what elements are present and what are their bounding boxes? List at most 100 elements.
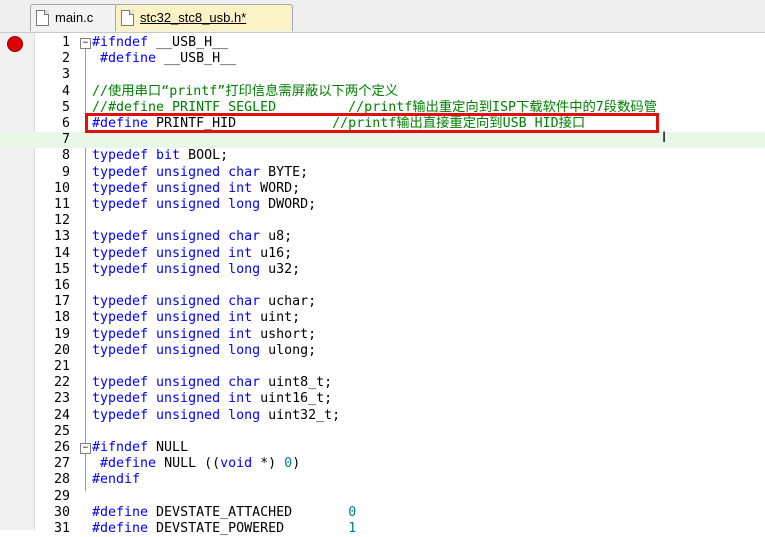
code-line[interactable]: 21: [0, 359, 765, 375]
code-text: #ifndef __USB_H__: [92, 35, 228, 51]
code-text: typedef unsigned char u8;: [92, 229, 292, 245]
code-token: typedef unsigned int: [92, 245, 261, 261]
code-line[interactable]: 7: [0, 132, 765, 149]
code-text: #define __USB_H__: [92, 51, 236, 67]
code-token: typedef unsigned long: [92, 197, 269, 212]
code-line[interactable]: 18 typedef unsigned int uint;: [0, 310, 765, 326]
line-number: 17: [53, 294, 70, 310]
text-cursor-icon: I: [662, 130, 667, 146]
code-token: DWORD;: [268, 197, 317, 212]
code-token: #define: [92, 456, 165, 472]
line-number: 1: [61, 35, 70, 50]
code-text: typedef unsigned int ushort;: [92, 327, 316, 343]
editor-tab-bar: main.c stc32_stc8_usb.h*: [0, 0, 765, 33]
line-number: 26: [53, 440, 70, 455]
code-token: typedef unsigned long: [92, 261, 269, 277]
line-number: 31: [53, 521, 70, 536]
code-token: 0: [348, 504, 357, 520]
code-line[interactable]: 15 typedef unsigned long u32;: [0, 262, 765, 278]
line-number: 12: [53, 213, 70, 229]
code-line[interactable]: 10 typedef unsigned int WORD;: [0, 181, 765, 197]
code-token: void: [220, 456, 253, 472]
code-token: #ifndef: [92, 440, 157, 455]
code-line[interactable]: 27 #define NULL ((void *) 0): [0, 456, 765, 472]
code-line[interactable]: 14 typedef unsigned int u16;: [0, 246, 765, 262]
code-line[interactable]: 9 typedef unsigned char BYTE;: [0, 165, 765, 181]
code-token: #endif: [92, 472, 141, 488]
code-line[interactable]: 23 typedef unsigned int uint16_t;: [0, 391, 765, 407]
line-number: 21: [53, 359, 70, 374]
code-token: typedef unsigned int: [92, 391, 261, 407]
code-line[interactable]: 8 typedef bit BOOL;: [0, 148, 765, 164]
code-text: //使用串口“printf”打印信息需屏蔽以下两个定义: [92, 84, 398, 100]
code-token: 0: [284, 456, 293, 472]
line-number: 9: [61, 164, 70, 180]
code-line[interactable]: 26 #ifndef NULL: [0, 440, 765, 456]
code-token: typedef unsigned long: [92, 407, 269, 423]
code-line[interactable]: 24 typedef unsigned long uint32_t;: [0, 408, 765, 424]
code-line[interactable]: 30 #define DEVSTATE_ATTACHED 0: [0, 505, 765, 521]
code-text: #endif: [92, 472, 140, 488]
line-number: 27: [53, 456, 70, 472]
line-number: 23: [53, 391, 70, 407]
code-token: u8;: [268, 229, 293, 245]
tab-stc32-stc8-usb-h[interactable]: stc32_stc8_usb.h*: [115, 4, 293, 31]
code-token: DEVSTATE_POWERED: [156, 521, 349, 536]
code-line[interactable]: 11 typedef unsigned long DWORD;: [0, 197, 765, 213]
line-number: 24: [53, 407, 70, 423]
line-number: 16: [53, 278, 70, 293]
code-token: uint32_t;: [268, 407, 341, 423]
line-number: 14: [53, 245, 70, 261]
code-token: //使用串口“printf”打印信息需屏蔽以下两个定义: [92, 83, 399, 99]
code-token: typedef unsigned char: [92, 294, 269, 310]
line-number: 4: [61, 83, 70, 99]
code-line[interactable]: 29: [0, 489, 765, 505]
code-text: typedef unsigned int uint16_t;: [92, 391, 332, 407]
code-token: NULL ((: [164, 456, 221, 472]
code-line[interactable]: 19 typedef unsigned int ushort;: [0, 327, 765, 343]
code-token: BYTE;: [268, 164, 309, 180]
file-icon: [121, 10, 134, 26]
code-line[interactable]: 31 #define DEVSTATE_POWERED 1: [0, 521, 765, 537]
code-text: typedef unsigned int uint;: [92, 310, 300, 326]
code-line[interactable]: 16: [0, 278, 765, 294]
code-text: typedef unsigned char uchar;: [92, 294, 316, 310]
code-line[interactable]: 13 typedef unsigned char u8;: [0, 229, 765, 245]
code-line[interactable]: 22 typedef unsigned char uint8_t;: [0, 375, 765, 391]
code-line[interactable]: 20 typedef unsigned long ulong;: [0, 343, 765, 359]
code-token: uchar;: [268, 294, 317, 310]
code-line[interactable]: 4 //使用串口“printf”打印信息需屏蔽以下两个定义: [0, 84, 765, 100]
code-text: #define DEVSTATE_ATTACHED 0: [92, 505, 356, 521]
code-line[interactable]: 25: [0, 424, 765, 440]
code-token: __USB_H__: [164, 51, 237, 67]
code-token: #ifndef: [92, 35, 157, 50]
code-text: #ifndef NULL: [92, 440, 188, 456]
line-number: 30: [53, 504, 70, 520]
code-text: typedef bit BOOL;: [92, 148, 228, 164]
code-token: uint8_t;: [268, 375, 333, 391]
code-line[interactable]: 2 #define __USB_H__: [0, 51, 765, 67]
code-text: #define NULL ((void *) 0): [92, 456, 300, 472]
line-number: 8: [61, 148, 70, 164]
line-number: 2: [61, 51, 70, 67]
tab-main-c[interactable]: main.c: [30, 4, 118, 31]
line-number: 29: [53, 488, 70, 504]
line-number: 11: [53, 197, 70, 212]
code-token: typedef unsigned char: [92, 229, 269, 245]
code-line[interactable]: 12: [0, 213, 765, 229]
code-token: NULL: [156, 440, 189, 455]
code-token: typedef unsigned char: [92, 375, 269, 391]
line-number: 5: [61, 99, 70, 115]
code-line[interactable]: 1 #ifndef __USB_H__: [0, 35, 765, 51]
code-line[interactable]: 17 typedef unsigned char uchar;: [0, 294, 765, 310]
code-token: #define: [92, 51, 165, 67]
code-token: ulong;: [268, 342, 317, 358]
code-token: uint;: [260, 310, 301, 326]
code-token: typedef unsigned int: [92, 310, 261, 326]
code-text: typedef unsigned long uint32_t;: [92, 408, 340, 424]
line-number: 10: [53, 180, 70, 196]
code-line[interactable]: 28 #endif: [0, 472, 765, 488]
code-text: typedef unsigned long ulong;: [92, 343, 316, 359]
code-line[interactable]: 3: [0, 67, 765, 83]
line-number: 15: [53, 261, 70, 277]
